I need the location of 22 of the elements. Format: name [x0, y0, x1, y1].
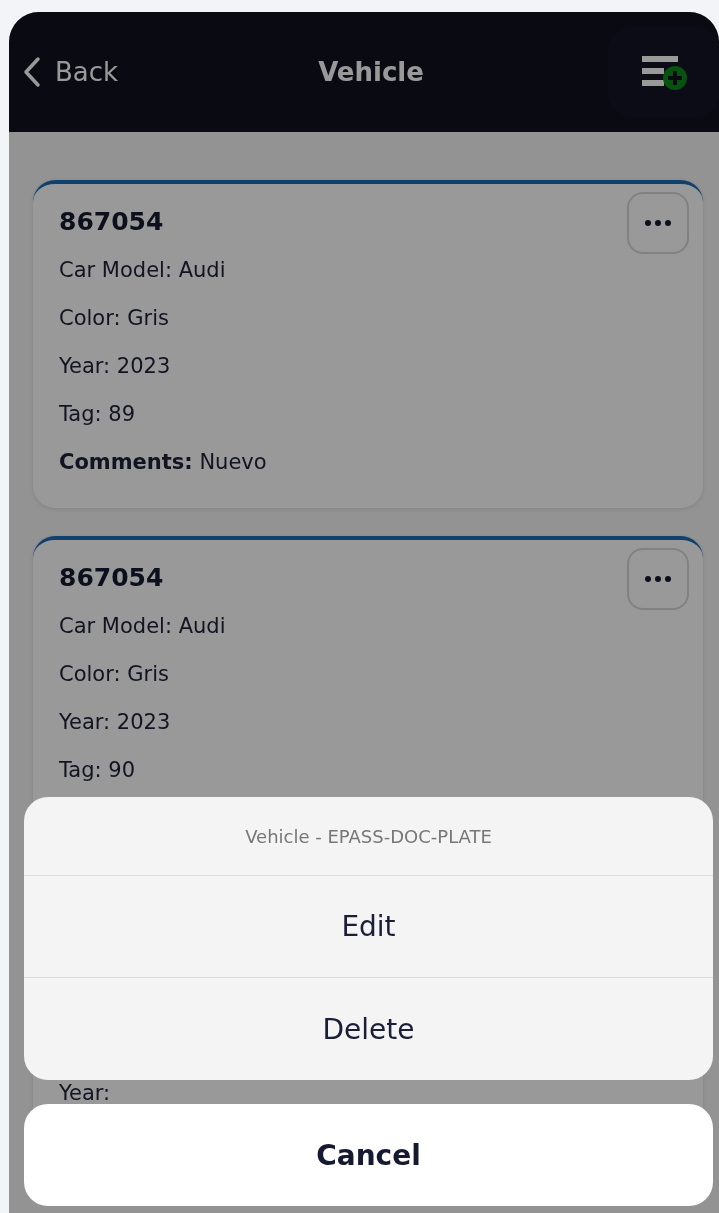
vehicle-field: Comments: Nuevo [59, 438, 267, 486]
vehicle-number: 867054 [59, 562, 164, 594]
vehicle-field: Car Model: Audi [59, 602, 226, 650]
vehicle-field: Tag: 89 [59, 390, 136, 438]
more-button[interactable] [627, 192, 689, 254]
vehicle-field: Car Model: Audi [59, 246, 226, 294]
more-button[interactable] [627, 548, 689, 610]
vehicle-field: Color: Gris [59, 650, 169, 698]
page-title: Vehicle [318, 57, 424, 87]
vehicle-number: 867054 [59, 206, 164, 238]
vehicle-field: Year: 2023 [59, 698, 171, 746]
more-icon [645, 220, 671, 226]
back-button[interactable]: Back [23, 56, 119, 88]
add-button[interactable] [608, 26, 719, 118]
cancel-button[interactable]: Cancel [24, 1104, 713, 1206]
sheet-title: Vehicle - EPASS-DOC-PLATE [24, 797, 713, 876]
chevron-left-icon [23, 56, 41, 88]
vehicle-field: Tag: 90 [59, 746, 136, 794]
sheet-action[interactable]: Edit [24, 876, 713, 978]
more-icon [645, 576, 671, 582]
vehicle-field: Year: 2023 [59, 342, 171, 390]
vehicle-field: Color: Gris [59, 294, 169, 342]
